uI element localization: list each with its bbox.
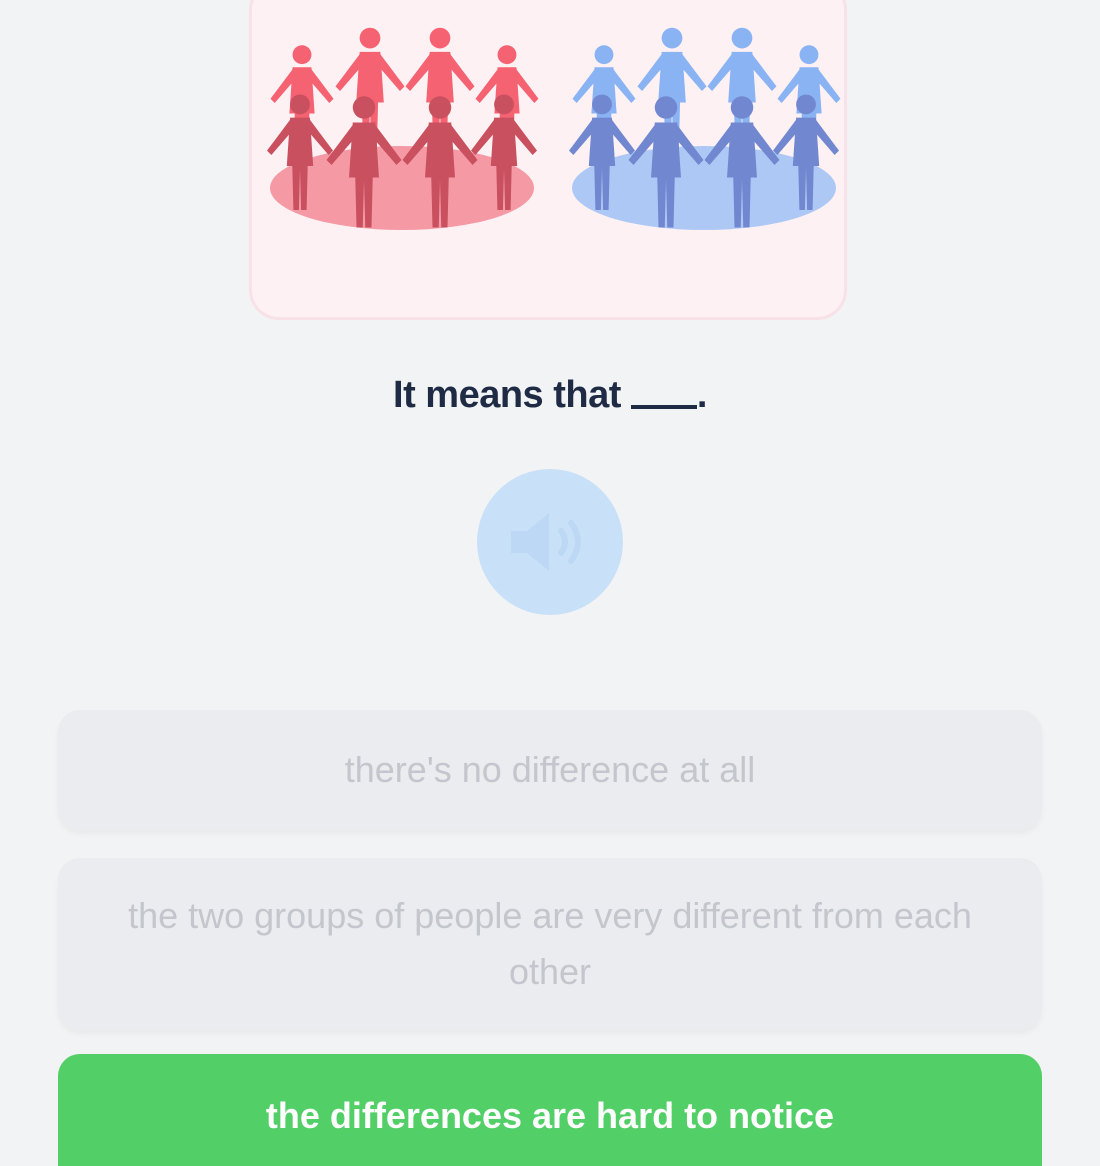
- question-text: It means that: [393, 374, 621, 416]
- two-groups-illustration: [267, 27, 841, 230]
- question-prompt: It means that.: [0, 374, 1100, 417]
- quiz-screen: It means that. there's no difference at …: [0, 0, 1100, 1166]
- red-group-icon: [267, 27, 539, 230]
- answer-blank: [630, 405, 697, 409]
- blue-group-icon: [569, 27, 841, 230]
- play-audio-button[interactable]: [477, 469, 623, 615]
- answer-option-label: the two groups of people are very differ…: [128, 895, 972, 992]
- answer-option-label: the differences are hard to notice: [265, 1095, 835, 1136]
- answer-option-label: there's no difference at all: [344, 749, 756, 790]
- answer-option-2[interactable]: the two groups of people are very differ…: [58, 858, 1042, 1030]
- speaker-icon: [511, 513, 581, 571]
- answer-option-1[interactable]: there's no difference at all: [58, 710, 1042, 830]
- question-end-punct: .: [696, 374, 708, 416]
- answer-option-3-selected[interactable]: the differences are hard to notice: [58, 1054, 1042, 1166]
- illustration-card: [249, 0, 847, 320]
